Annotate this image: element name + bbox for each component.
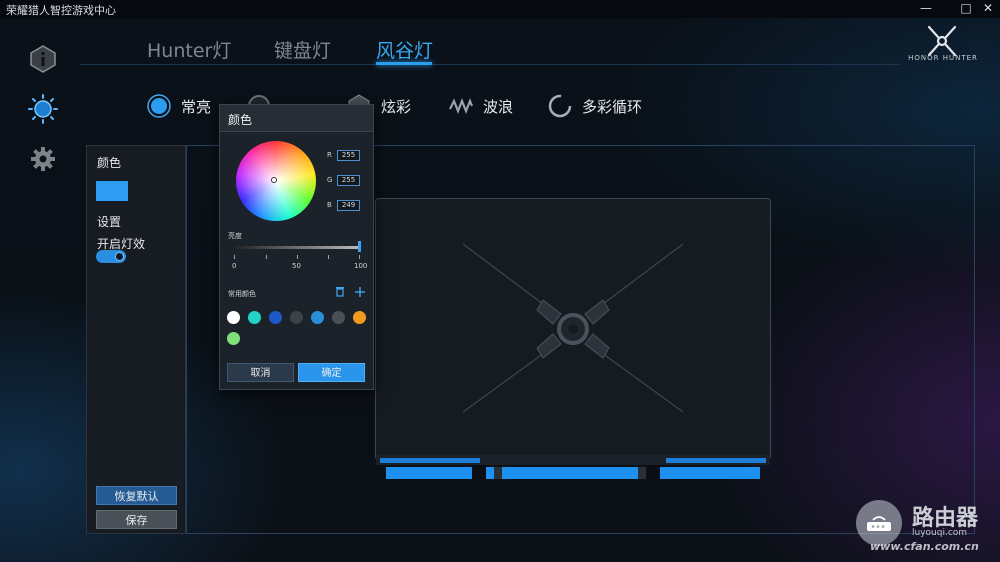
brightness-tick-label: 50 [292,262,301,270]
add-color-icon[interactable] [354,286,365,297]
confirm-button[interactable]: 确定 [298,363,365,382]
color-wheel-cursor[interactable] [271,177,277,183]
mode-multicolor-cycle[interactable]: 多彩循环 [547,92,642,120]
brightness-tick-label: 100 [354,262,368,270]
settings-section-label: 设置 [97,215,122,229]
settings-nav-button[interactable] [28,144,58,174]
fan-light-bar [376,455,770,479]
color-picker-dialog: 颜色 R 255 G 255 B 249 亮度 0 50 100 常用颜色 取消… [219,104,374,390]
mode-label-multicolor-cycle: 多彩循环 [582,97,643,116]
lighting-icon [28,94,58,124]
tab-hunter-light[interactable]: Hunter灯 [147,36,231,63]
wave-icon [448,93,474,119]
mode-label-steady: 常亮 [181,97,212,116]
lighting-nav-button[interactable] [28,94,58,124]
gear-icon [31,147,55,171]
minimize-button[interactable]: — [914,0,938,18]
tab-fan-light[interactable]: 风谷灯 [376,36,433,63]
slider-tick [359,255,360,259]
brightness-tick-label: 0 [232,262,237,270]
common-color-swatch[interactable] [227,311,240,324]
slider-tick [234,255,235,259]
cancel-button[interactable]: 取消 [227,363,294,382]
slider-tick [297,255,298,259]
mode-label-wave: 波浪 [483,97,514,116]
toggle-knob [115,252,124,261]
maximize-button[interactable]: □ [954,0,978,18]
active-tab-indicator [376,62,432,65]
r-input[interactable]: 255 [337,150,360,161]
mode-label-dazzle: 炫彩 [381,97,412,116]
mode-steady[interactable]: 常亮 [146,92,211,120]
common-color-swatch[interactable] [332,311,345,324]
r-label: R [327,151,332,159]
g-input[interactable]: 255 [337,175,360,186]
slider-tick [266,255,267,259]
delete-color-icon[interactable] [334,286,345,297]
watermark-url: www.cfan.com.cn [870,540,979,553]
slider-tick [328,255,329,259]
effect-toggle[interactable] [96,250,126,263]
brightness-slider-thumb[interactable] [358,241,361,252]
g-label: G [327,176,333,184]
settings-panel: 颜色 设置 开启灯效 恢复默认 保存 [86,145,186,534]
honor-hunter-lid-emblem [462,243,684,413]
common-color-swatch[interactable] [353,311,366,324]
honor-hunter-logo [927,25,957,57]
router-icon [867,516,891,531]
brightness-slider[interactable] [234,246,360,249]
common-color-swatch[interactable] [311,311,324,324]
close-button[interactable]: ✕ [976,0,1000,18]
color-picker-title: 颜色 [228,113,253,127]
brand-name: HONOR HUNTER [908,54,978,62]
current-color-swatch[interactable] [96,181,128,201]
common-colors-label: 常用颜色 [228,290,256,298]
common-color-swatch[interactable] [227,332,240,345]
info-nav-button[interactable] [28,44,58,74]
common-color-swatch[interactable] [269,311,282,324]
mode-wave[interactable]: 波浪 [448,92,513,120]
steady-glow-icon [146,93,172,119]
info-icon [30,45,56,73]
brightness-label: 亮度 [228,232,242,240]
tab-divider [80,64,900,65]
tab-keyboard-light[interactable]: 键盘灯 [274,36,331,63]
color-label: 颜色 [97,156,122,170]
reset-default-button[interactable]: 恢复默认 [96,486,177,505]
watermark-subtitle: luyouqi.com [912,528,968,538]
title-bar: 荣耀猎人智控游戏中心 — □ ✕ [0,0,1000,18]
b-input[interactable]: 249 [337,200,360,211]
common-color-swatch[interactable] [248,311,261,324]
cycle-icon [547,93,573,119]
b-label: B [327,201,332,209]
app-title: 荣耀猎人智控游戏中心 [6,4,116,17]
common-color-swatch[interactable] [290,311,303,324]
color-picker-header: 颜色 [220,105,373,132]
save-button[interactable]: 保存 [96,510,177,529]
